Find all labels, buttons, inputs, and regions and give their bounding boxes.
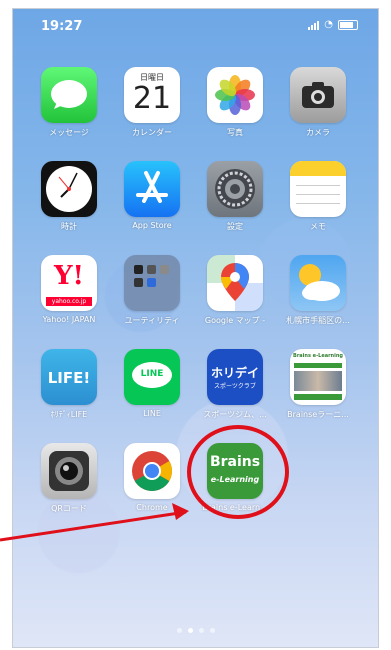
line-icon: LINE <box>124 349 180 405</box>
app-grid: メッセージ 日曜日 21 カレンダー 写真 カメラ 時計 App Store 設… <box>13 9 378 647</box>
map-pin-icon <box>207 255 263 311</box>
app-label: メモ <box>310 222 326 231</box>
app-brainse-web[interactable]: Brains e-Learning Brainseラーニ... <box>278 349 358 420</box>
app-clock[interactable]: 時計 <box>29 161 109 232</box>
app-calendar[interactable]: 日曜日 21 カレンダー <box>112 67 192 138</box>
app-label: ユーティリティ <box>124 316 180 325</box>
qr-camera-icon <box>41 443 97 499</box>
brains-logo-sub: e-Learning <box>210 475 260 484</box>
calendar-icon: 日曜日 21 <box>124 67 180 123</box>
life-logo: LIFE! <box>47 369 91 387</box>
app-holiday-sports[interactable]: ホリデイ スポーツクラブ スポーツジム、... <box>195 349 275 420</box>
app-label: LINE <box>143 409 161 418</box>
clock-icon <box>41 161 97 217</box>
app-store-icon <box>124 161 180 217</box>
app-label: カメラ <box>306 128 330 137</box>
life-icon: LIFE! <box>41 349 97 405</box>
app-label: 写真 <box>227 128 243 137</box>
app-holiday-life[interactable]: LIFE! ﾎﾘﾃﾞｨLIFE <box>29 349 109 420</box>
app-utility-folder[interactable]: ユーティリティ <box>112 255 192 326</box>
iphone-home-screen: 19:27 ◔ メッセージ 日曜日 21 カレンダー 写真 カメラ 時計 App… <box>12 8 379 648</box>
notes-icon <box>290 161 346 217</box>
app-weather[interactable]: 札幌市手稲区の... <box>278 255 358 326</box>
app-settings[interactable]: 設定 <box>195 161 275 232</box>
app-notes[interactable]: メモ <box>278 161 358 232</box>
app-line[interactable]: LINE LINE <box>112 349 192 418</box>
app-camera[interactable]: カメラ <box>278 67 358 138</box>
app-label: Chrome <box>136 503 168 512</box>
page-dot-active <box>187 628 193 633</box>
holiday-icon: ホリデイ スポーツクラブ <box>207 349 263 405</box>
app-qr-code[interactable]: QRコード <box>29 443 109 514</box>
line-logo: LINE <box>140 369 164 379</box>
chrome-icon <box>124 443 180 499</box>
brains-logo: Brains <box>209 454 261 470</box>
brains-web-title: Brains e-Learning <box>293 353 343 359</box>
app-label: メッセージ <box>49 128 89 137</box>
app-brains-elearning[interactable]: Brains e-Learning Brains e-Learn... <box>195 443 275 512</box>
app-label: Google マップ - <box>204 316 266 325</box>
app-label: App Store <box>132 221 172 230</box>
yahoo-logo: Y! <box>54 261 84 291</box>
app-label: QRコード <box>51 504 87 513</box>
speech-bubble-icon <box>41 67 97 123</box>
calendar-day: 21 <box>132 81 172 116</box>
app-yahoo-japan[interactable]: Y! yahoo.co.jp Yahoo! JAPAN <box>29 255 109 324</box>
app-messages[interactable]: メッセージ <box>29 67 109 138</box>
app-label: スポーツジム、... <box>203 410 267 419</box>
app-label: 札幌市手稲区の... <box>286 316 350 325</box>
app-label: カレンダー <box>132 128 172 137</box>
yahoo-icon: Y! yahoo.co.jp <box>41 255 97 311</box>
camera-icon <box>290 67 346 123</box>
app-photos[interactable]: 写真 <box>195 67 275 138</box>
photos-flower-icon <box>207 67 263 123</box>
app-google-maps[interactable]: Google マップ - <box>195 255 275 326</box>
app-app-store[interactable]: App Store <box>112 161 192 230</box>
app-label: 時計 <box>61 222 77 231</box>
holiday-sub: スポーツクラブ <box>214 383 256 390</box>
app-label: 設定 <box>227 222 243 231</box>
brains-elearning-icon: Brains e-Learning <box>207 443 263 499</box>
app-label: Brainseラーニ... <box>287 410 349 419</box>
weather-icon <box>290 255 346 311</box>
app-chrome[interactable]: Chrome <box>112 443 192 512</box>
app-label: ﾎﾘﾃﾞｨLIFE <box>50 410 88 419</box>
page-dot <box>176 628 182 633</box>
holiday-logo: ホリデイ <box>210 366 259 380</box>
folder-icon <box>124 255 180 311</box>
app-label: Brains e-Learn... <box>202 503 268 512</box>
page-dot <box>198 628 204 633</box>
page-indicator[interactable] <box>13 618 378 637</box>
gear-icon <box>207 161 263 217</box>
brains-web-icon: Brains e-Learning <box>290 349 346 405</box>
app-label: Yahoo! JAPAN <box>42 315 96 324</box>
yahoo-domain: yahoo.co.jp <box>46 297 92 306</box>
page-dot <box>209 628 215 633</box>
